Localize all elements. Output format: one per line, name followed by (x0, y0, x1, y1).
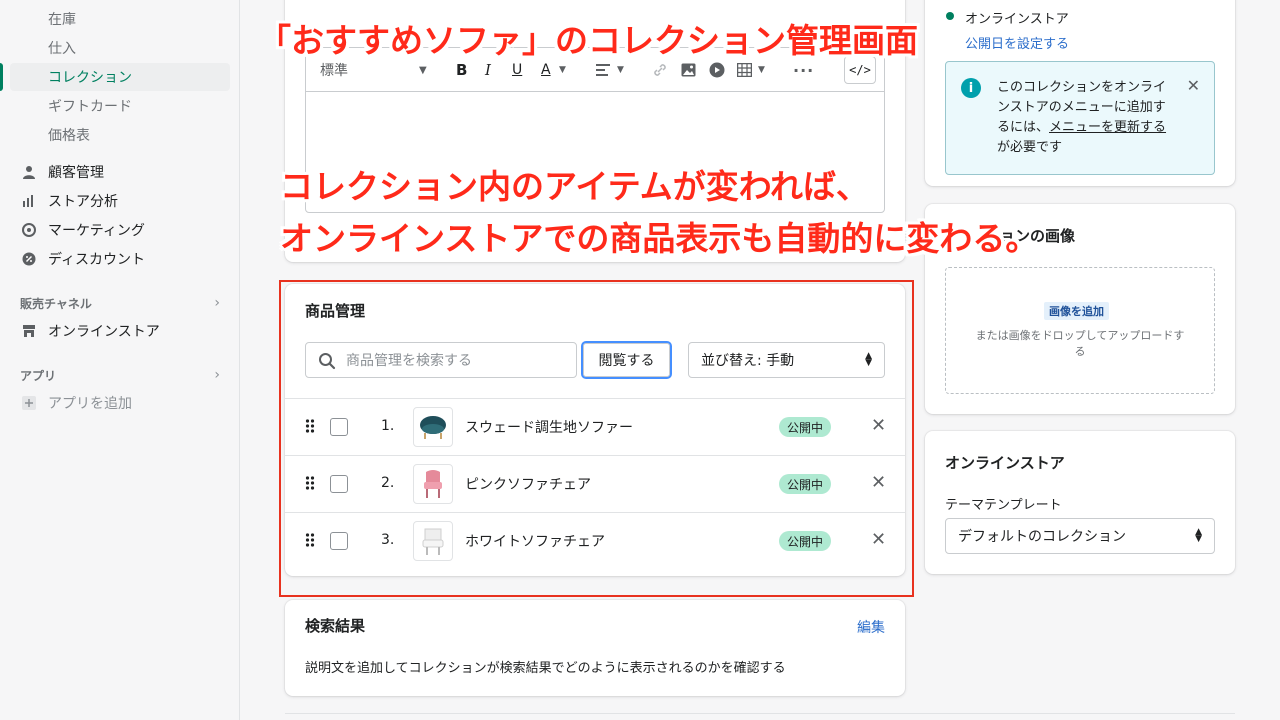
sidebar-item-price-lists[interactable]: 価格表 (10, 121, 230, 149)
image-icon[interactable] (681, 60, 696, 80)
text-color-icon[interactable]: A (541, 60, 551, 80)
person-icon (22, 165, 36, 179)
seo-description: 説明文を追加してコレクションが検索結果でどのように表示されるのかを確認する (305, 661, 786, 676)
theme-template-select[interactable]: デフォルトのコレクション ▲ ▼ (945, 518, 1215, 554)
discount-icon (22, 252, 36, 266)
underline-icon[interactable]: U (512, 60, 522, 80)
sidebar-item-discounts[interactable]: ディスカウント (10, 245, 230, 273)
close-icon[interactable]: ✕ (1187, 76, 1200, 95)
bold-icon[interactable]: B (456, 60, 467, 80)
sidebar-item-inventory[interactable]: 在庫 (10, 5, 230, 33)
chevron-down-icon[interactable]: ▼ (617, 60, 624, 80)
seo-card (285, 600, 905, 696)
sidebar-item-label: オンラインストア (48, 324, 160, 340)
italic-icon[interactable]: I (485, 60, 491, 80)
annotation-line-2: オンラインストアでの商品表示も自動的に変わる。 (280, 219, 1039, 258)
sales-channels-header[interactable]: 販売チャネル › (20, 293, 220, 313)
info-icon: i (961, 78, 981, 98)
chevron-down-icon[interactable]: ▼ (419, 60, 427, 80)
apps-title: アプリ (20, 368, 57, 383)
link-icon[interactable] (652, 60, 668, 80)
chevron-right-icon[interactable]: › (214, 367, 220, 383)
video-icon[interactable] (709, 60, 725, 80)
format-select[interactable]: 標準 (320, 60, 348, 80)
sidebar-item-customers[interactable]: 顧客管理 (10, 158, 230, 186)
sidebar-item-label: アプリを追加 (48, 396, 132, 412)
online-store-title: オンラインストア (945, 454, 1065, 472)
seo-edit-link[interactable]: 編集 (857, 617, 885, 637)
sidebar-item-label: ギフトカード (48, 99, 132, 115)
sidebar-item-transfers[interactable]: 仕入 (10, 34, 230, 62)
sales-channels-title: 販売チャネル (20, 296, 92, 311)
set-publish-date-link[interactable]: 公開日を設定する (965, 33, 1069, 52)
sidebar-item-label: コレクション (48, 70, 132, 86)
sidebar-item-label: 仕入 (48, 41, 76, 57)
sidebar: 在庫 仕入 コレクション ギフトカード 価格表 顧客管理 ストア分析 マーケティ… (0, 0, 240, 720)
bar-chart-icon (22, 194, 36, 208)
align-icon[interactable] (596, 60, 610, 80)
chevron-right-icon[interactable]: › (214, 295, 220, 311)
sidebar-item-label: マーケティング (48, 223, 145, 239)
annotation-line-1: コレクション内のアイテムが変われば、 (280, 167, 870, 206)
chevron-down-icon[interactable]: ▼ (758, 60, 765, 80)
theme-template-label: テーマテンプレート (945, 498, 1062, 513)
update-menu-link[interactable]: メニューを更新する (1049, 120, 1166, 135)
target-icon (22, 223, 36, 237)
sidebar-item-marketing[interactable]: マーケティング (10, 216, 230, 244)
format-select-label: 標準 (320, 63, 348, 79)
sidebar-item-label: ストア分析 (48, 194, 118, 210)
sidebar-item-collections[interactable]: コレクション (0, 63, 230, 91)
channel-name: オンラインストア (965, 12, 1069, 27)
sidebar-item-label: 在庫 (48, 12, 76, 28)
table-icon[interactable] (737, 60, 752, 80)
sidebar-item-online-store[interactable]: オンラインストア (10, 317, 230, 345)
store-icon (22, 324, 36, 338)
image-dropzone[interactable]: 画像を追加 または画像をドロップしてアップロードする (945, 267, 1215, 394)
dropzone-hint: または画像をドロップしてアップロードする (975, 329, 1185, 358)
annotation-highlight-box (279, 280, 914, 597)
info-banner: i ✕ このコレクションをオンラインストアのメニューに追加するには、メニューを更… (945, 61, 1215, 175)
sidebar-item-gift-cards[interactable]: ギフトカード (10, 92, 230, 120)
apps-header[interactable]: アプリ › (20, 365, 220, 385)
add-image-button[interactable]: 画像を追加 (1044, 302, 1109, 320)
chevron-down-icon[interactable]: ▼ (559, 60, 566, 80)
sidebar-item-label: 価格表 (48, 128, 90, 144)
theme-template-value: デフォルトのコレクション (958, 529, 1126, 545)
sidebar-item-label: 顧客管理 (48, 165, 104, 181)
annotation-title: 「おすすめソファ」のコレクション管理画面 (258, 21, 918, 60)
status-dot (946, 12, 954, 20)
divider (285, 713, 1235, 714)
info-banner-text: このコレクションをオンラインストアのメニューに追加するには、メニューを更新するが… (997, 78, 1169, 158)
more-icon[interactable]: ··· (793, 60, 814, 80)
sidebar-item-analytics[interactable]: ストア分析 (10, 187, 230, 215)
sidebar-item-label: ディスカウント (48, 252, 146, 268)
seo-title: 検索結果 (305, 617, 366, 635)
select-arrows-icon: ▲ ▼ (1195, 527, 1202, 544)
plus-icon (22, 396, 36, 410)
sidebar-item-add-app[interactable]: アプリを追加 (10, 389, 230, 417)
banner-text: が必要です (997, 140, 1063, 155)
